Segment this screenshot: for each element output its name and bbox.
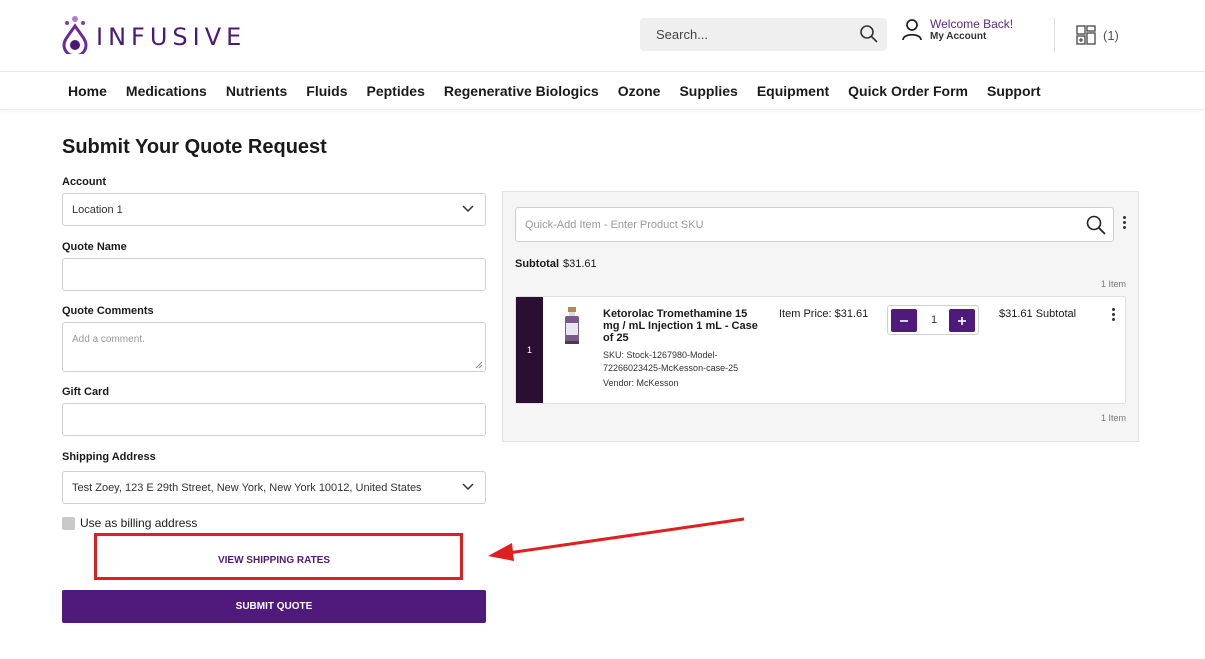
nav-item-nutrients[interactable]: Nutrients bbox=[226, 83, 287, 99]
nav-item-peptides[interactable]: Peptides bbox=[367, 83, 425, 99]
item-subtotal: $31.61 Subtotal bbox=[999, 308, 1077, 320]
annotation-arrow bbox=[488, 517, 745, 561]
quote-comments-textarea[interactable]: Add a comment. bbox=[62, 322, 486, 372]
shipping-address-label: Shipping Address bbox=[62, 451, 156, 463]
nav-item-ozone[interactable]: Ozone bbox=[618, 83, 661, 99]
item-name-link[interactable]: Ketorolac Tromethamine 15 mg / mL Inject… bbox=[603, 308, 758, 344]
item-more-options-icon[interactable] bbox=[1112, 308, 1115, 321]
cart-subtotal: Subtotal $31.61 bbox=[515, 258, 597, 270]
item-index: 1 bbox=[516, 297, 543, 403]
submit-quote-button[interactable]: SUBMIT QUOTE bbox=[62, 590, 486, 623]
page-title: Submit Your Quote Request bbox=[62, 136, 327, 158]
my-account-link[interactable]: My Account bbox=[930, 31, 1013, 42]
brand-name: INFUSIVE bbox=[96, 23, 247, 51]
nav-item-quick-order-form[interactable]: Quick Order Form bbox=[848, 83, 968, 99]
quick-add-placeholder: Quick-Add Item - Enter Product SKU bbox=[525, 219, 704, 231]
chevron-down-icon bbox=[462, 205, 474, 213]
main-nav: Home Medications Nutrients Fluids Peptid… bbox=[0, 73, 1205, 110]
quote-name-label: Quote Name bbox=[62, 241, 127, 253]
search-placeholder: Search... bbox=[656, 27, 709, 42]
brand-logo[interactable]: INFUSIVE bbox=[60, 14, 246, 54]
cart-count: (1) bbox=[1103, 27, 1119, 43]
nav-item-medications[interactable]: Medications bbox=[126, 83, 207, 99]
quote-cart-icon bbox=[1076, 25, 1096, 45]
site-header: INFUSIVE Search... Welcome Back! My Acco… bbox=[0, 0, 1205, 72]
item-price: Item Price: $31.61 bbox=[779, 308, 869, 320]
infusion-drop-icon bbox=[62, 16, 88, 54]
header-divider bbox=[1054, 18, 1055, 52]
nav-item-supplies[interactable]: Supplies bbox=[679, 83, 737, 99]
nav-item-regenerative-biologics[interactable]: Regenerative Biologics bbox=[444, 83, 599, 99]
nav-item-equipment[interactable]: Equipment bbox=[757, 83, 829, 99]
search-icon[interactable] bbox=[1086, 215, 1106, 235]
item-sku: SKU: Stock-1267980-Model-72266023425-McK… bbox=[603, 350, 739, 373]
gift-card-input[interactable] bbox=[62, 403, 486, 436]
quote-name-input[interactable] bbox=[62, 258, 486, 291]
cart-button[interactable]: (1) bbox=[1076, 25, 1119, 45]
subtotal-label: Subtotal bbox=[515, 258, 559, 270]
quantity-stepper: 1 bbox=[887, 305, 979, 335]
header-search-input[interactable]: Search... bbox=[640, 18, 887, 51]
nav-item-home[interactable]: Home bbox=[68, 83, 107, 99]
gift-card-label: Gift Card bbox=[62, 386, 110, 398]
welcome-text: Welcome Back! bbox=[930, 17, 1014, 31]
quote-comments-placeholder: Add a comment. bbox=[72, 334, 145, 345]
account-menu[interactable]: Welcome Back! My Account bbox=[902, 18, 1013, 42]
billing-address-label: Use as billing address bbox=[80, 516, 198, 530]
plus-icon bbox=[958, 316, 966, 325]
account-select[interactable]: Location 1 bbox=[62, 193, 486, 226]
shipping-address-select[interactable]: Test Zoey, 123 E 29th Street, New York, … bbox=[62, 471, 486, 504]
nav-item-support[interactable]: Support bbox=[987, 83, 1041, 99]
user-icon bbox=[902, 19, 922, 41]
quote-comments-label: Quote Comments bbox=[62, 305, 154, 317]
account-label: Account bbox=[62, 176, 106, 188]
shipping-address-value: Test Zoey, 123 E 29th Street, New York, … bbox=[72, 482, 422, 494]
resize-handle-icon[interactable] bbox=[475, 361, 483, 369]
quick-add-more-options-icon[interactable] bbox=[1123, 216, 1126, 229]
product-vial-image[interactable] bbox=[563, 307, 581, 347]
quantity-value[interactable]: 1 bbox=[928, 314, 940, 326]
minus-icon bbox=[900, 319, 908, 322]
item-vendor: Vendor: McKesson bbox=[603, 378, 679, 388]
account-value: Location 1 bbox=[72, 204, 123, 216]
increase-quantity-button[interactable] bbox=[949, 309, 975, 332]
decrease-quantity-button[interactable] bbox=[891, 309, 917, 332]
item-count-top: 1 Item bbox=[1100, 279, 1126, 289]
cart-item: 1 Ketorolac Tromethamine 15 mg / mL Inje… bbox=[515, 296, 1126, 404]
subtotal-value: $31.61 bbox=[563, 258, 597, 270]
nav-item-fluids[interactable]: Fluids bbox=[306, 83, 347, 99]
chevron-down-icon bbox=[462, 483, 474, 491]
annotation-highlight-box bbox=[94, 533, 463, 580]
billing-address-checkbox[interactable] bbox=[62, 516, 75, 530]
item-count-bottom: 1 Item bbox=[1100, 413, 1126, 423]
quick-add-sku-input[interactable]: Quick-Add Item - Enter Product SKU bbox=[515, 207, 1114, 242]
search-icon[interactable] bbox=[859, 24, 879, 44]
billing-address-option[interactable]: Use as billing address bbox=[62, 516, 197, 530]
quote-cart-panel: Quick-Add Item - Enter Product SKU Subto… bbox=[502, 191, 1139, 442]
